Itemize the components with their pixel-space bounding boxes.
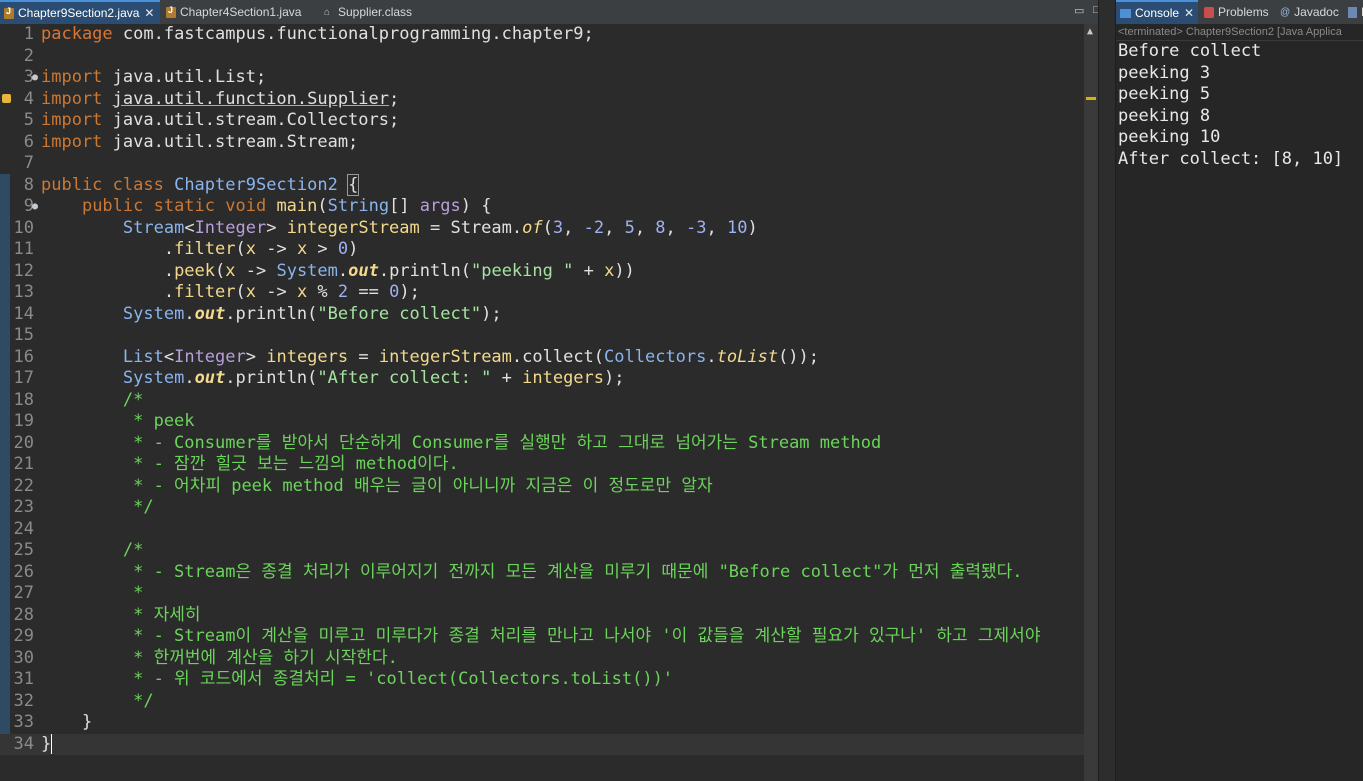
console-output-line: peeking 3 xyxy=(1118,62,1211,83)
code-line: 7 xyxy=(23,153,34,173)
tab-javadoc[interactable]: @ Javadoc xyxy=(1276,2,1339,22)
close-icon[interactable]: ✕ xyxy=(1184,6,1194,20)
close-icon[interactable]: ✕ xyxy=(144,6,154,20)
tab-declaration[interactable]: D xyxy=(1344,2,1363,22)
code-line: 6 import java.util.stream.Stream; xyxy=(23,131,359,152)
tab-label: Chapter4Section1.java xyxy=(180,5,302,19)
warning-marker[interactable] xyxy=(1086,97,1096,100)
code-line: 21 * - 잠깐 힐긋 보는 느낌의 method이다. xyxy=(13,454,459,474)
code-line-current: 34} xyxy=(0,733,1084,755)
code-line: 1 package com.fastcampus.functionalprogra… xyxy=(23,24,594,44)
tab-label: Chapter9Section2.java xyxy=(18,6,140,20)
tab-supplier-class[interactable]: ⌂ Supplier.class xyxy=(320,2,412,22)
minimize-icon[interactable]: ▭ xyxy=(1074,4,1084,17)
tab-console[interactable]: Console ✕ xyxy=(1116,0,1198,24)
code-line: 20 * - Consumer를 받아서 단순하게 Consumer를 실행만 … xyxy=(13,432,882,453)
console-status: <terminated> Chapter9Section2 [Java Appl… xyxy=(1116,24,1363,41)
code-line: 19 * peek xyxy=(13,411,195,431)
panel-divider[interactable] xyxy=(1098,0,1116,781)
code-line: 24 xyxy=(13,518,34,539)
code-line: 31 * - 위 코드에서 종결처리 = 'collect(Collectors… xyxy=(13,669,674,689)
editor-tab-bar: Chapter9Section2.java ✕ Chapter4Section1… xyxy=(0,0,1111,24)
code-line: 33 } xyxy=(13,712,93,732)
code-line: 4 import java.util.function.Supplier; xyxy=(0,89,1084,111)
text-cursor xyxy=(51,733,53,754)
code-line: 15 xyxy=(13,325,34,345)
code-line: 29 * - Stream이 계산을 미루고 미루다가 종결 처리를 만나고 나… xyxy=(13,626,1041,646)
code-line: 13 .filter(x -> x % 2 == 0); xyxy=(13,282,420,302)
tab-chapter9section2[interactable]: Chapter9Section2.java ✕ xyxy=(0,0,160,24)
tab-label: Problems xyxy=(1218,5,1269,19)
java-file-icon xyxy=(166,5,176,18)
code-line: 25 /* xyxy=(13,540,144,560)
fold-icon[interactable]: ● xyxy=(32,67,38,89)
code-line: 18 /* xyxy=(13,389,144,410)
tab-chapter4section1[interactable]: Chapter4Section1.java xyxy=(162,2,301,22)
console-output-line: peeking 10 xyxy=(1118,127,1221,147)
code-line: 5 import java.util.stream.Collectors; xyxy=(23,110,400,130)
console-output-line: Before collect xyxy=(1118,41,1262,61)
fold-icon[interactable]: ● xyxy=(32,196,38,218)
code-line: 11 .filter(x -> x > 0) xyxy=(13,239,359,259)
class-file-icon: ⌂ xyxy=(324,6,331,18)
code-line: 14 System.out.println("Before collect"); xyxy=(13,303,502,324)
editor-scrollbar[interactable]: ▲ xyxy=(1084,24,1098,781)
problems-icon xyxy=(1204,6,1214,18)
code-line: 8 public class Chapter9Section2 { xyxy=(23,173,360,196)
code-line: 10 Stream<Integer> integerStream = Strea… xyxy=(13,217,758,238)
code-editor[interactable]: 1 package com.fastcampus.functionalprogra… xyxy=(0,24,1098,781)
code-line: 22 * - 어차피 peek method 배우는 글이 아니니까 지금은 이… xyxy=(13,475,713,496)
code-line: 32 */ xyxy=(13,690,154,711)
code-line: 16 List<Integer> integers = integerStrea… xyxy=(13,346,820,367)
console-output-line: peeking 5 xyxy=(1118,84,1211,104)
tab-label: Console xyxy=(1135,6,1180,20)
code-line: 26 * - Stream은 종결 처리가 이루어지기 전까지 모든 계산을 미… xyxy=(13,561,1023,582)
code-line: 23 */ xyxy=(13,497,154,517)
console-output-line: peeking 8 xyxy=(1118,105,1211,126)
tab-problems[interactable]: Problems xyxy=(1200,2,1269,22)
console-panel: <terminated> Chapter9Section2 [Java Appl… xyxy=(1116,24,1363,781)
code-line: 28 * 자세히 xyxy=(13,604,201,625)
tab-label: Supplier.class xyxy=(338,5,413,19)
code-line: 27 * xyxy=(13,583,144,603)
console-output-line: After collect: [8, 10] xyxy=(1118,148,1344,169)
code-line: 3 ● import java.util.List; xyxy=(23,67,267,89)
console-tab-bar: Console ✕ Problems @ Javadoc D xyxy=(1116,0,1363,24)
code-line: 9 ● public static void main(String[] args… xyxy=(23,196,492,218)
code-line: 12 .peek(x -> System.out.println("peekin… xyxy=(13,260,635,281)
code-line: 30 * 한꺼번에 계산을 하기 시작한다. xyxy=(13,647,398,668)
code-line: 17 System.out.println("After collect: " … xyxy=(13,368,625,388)
scroll-up-icon[interactable]: ▲ xyxy=(1087,26,1093,37)
java-file-icon xyxy=(4,6,14,19)
declaration-icon xyxy=(1348,6,1357,18)
console-icon xyxy=(1120,8,1131,18)
javadoc-icon: @ xyxy=(1280,6,1291,18)
tab-label: Javadoc xyxy=(1294,5,1339,19)
code-line: 2 xyxy=(23,45,34,66)
